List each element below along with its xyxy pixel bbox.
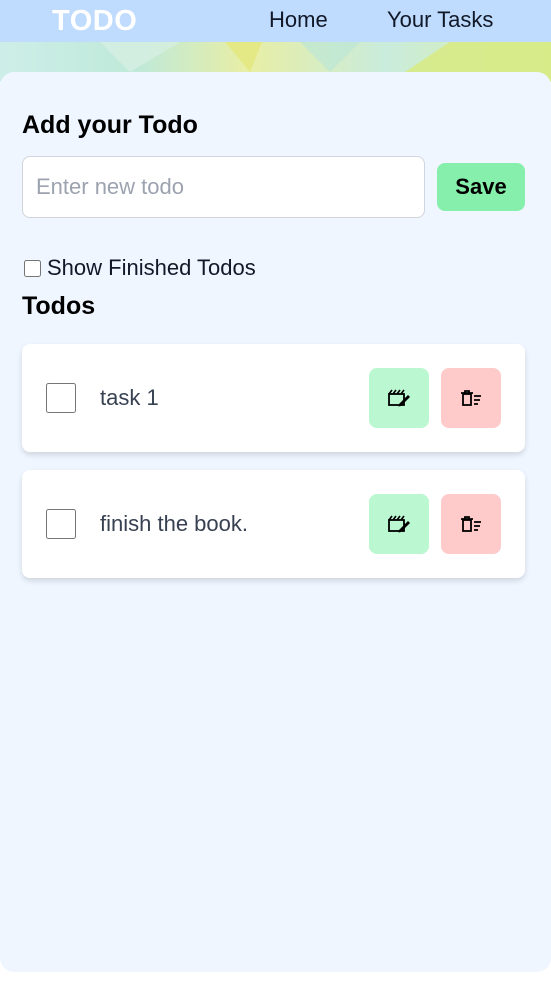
show-finished-checkbox[interactable] (24, 259, 41, 277)
new-todo-input[interactable] (22, 156, 425, 218)
todo-item: task 1 (22, 344, 525, 452)
edit-button[interactable] (369, 494, 429, 554)
todo-item: finish the book. (22, 470, 525, 578)
nav-link-your-tasks[interactable]: Your Tasks (387, 6, 493, 34)
nav-link-home[interactable]: Home (269, 6, 328, 34)
delete-icon (461, 390, 481, 406)
todo-text: task 1 (100, 385, 159, 410)
delete-icon (461, 516, 481, 532)
edit-icon (388, 515, 410, 533)
delete-button[interactable] (441, 368, 501, 428)
edit-button[interactable] (369, 368, 429, 428)
todo-card: Add your Todo Save Show Finished Todos T… (0, 72, 551, 972)
add-todo-title: Add your Todo (22, 111, 198, 139)
todo-complete-checkbox[interactable] (46, 383, 76, 413)
navbar: TODO Home Your Tasks (0, 0, 551, 42)
show-finished-label: Show Finished Todos (47, 255, 256, 280)
todos-title: Todos (22, 292, 96, 320)
todo-text: finish the book. (100, 511, 248, 536)
save-button[interactable]: Save (437, 163, 525, 211)
edit-icon (388, 389, 410, 407)
delete-button[interactable] (441, 494, 501, 554)
brand-logo[interactable]: TODO (52, 4, 137, 38)
show-finished-toggle[interactable]: Show Finished Todos (22, 253, 256, 283)
todo-complete-checkbox[interactable] (46, 509, 76, 539)
